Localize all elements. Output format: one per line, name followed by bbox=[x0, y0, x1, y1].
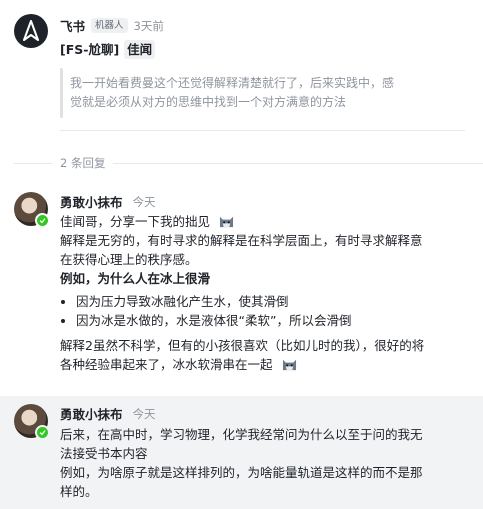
replies-count: 2 条回复 bbox=[60, 156, 106, 170]
quote-block: 我一开始看费曼这个还觉得解释清楚就行了，后来实践中，感 觉就是必须从对方的思维中… bbox=[70, 74, 470, 112]
reply-line: 后来，在高中时，学习物理，化学我经常问为什么以至于问的我无 bbox=[60, 427, 423, 442]
bot-avatar[interactable] bbox=[14, 14, 48, 48]
reply-bold-line: 例如，为什么人在冰上很滑 bbox=[60, 271, 211, 286]
reply-line: 各种经验串起来了，冰水软滑串在一起 bbox=[60, 355, 475, 374]
sender-name[interactable]: 飞书 bbox=[60, 16, 85, 35]
cat-emoji-icon bbox=[219, 216, 234, 228]
bullet-list: 因为压力导致冰融化产生水，使其滑倒 因为冰是水做的，水是液体很“柔软”，所以会滑… bbox=[60, 292, 475, 330]
bot-badge: 机器人 bbox=[91, 18, 128, 33]
reply-line-text: 各种经验串起来了，冰水软滑串在一起 bbox=[60, 357, 273, 372]
reply-author[interactable]: 勇敢小抹布 bbox=[60, 192, 123, 211]
reply-line: 法接受书本内容 bbox=[60, 446, 148, 461]
bullet-item: 因为压力导致冰融化产生水，使其滑倒 bbox=[76, 292, 475, 311]
reply-line: 解释2虽然不科学，但有的小孩很喜欢（比如儿时的我），很好的将 bbox=[60, 338, 425, 353]
replies-divider-right bbox=[113, 163, 483, 164]
thread-header: 飞书 机器人 3天前 bbox=[60, 16, 164, 35]
reply-line: 佳闻哥，分享一下我的拙见 bbox=[60, 212, 475, 231]
online-status-icon bbox=[35, 425, 50, 440]
cat-emoji-icon bbox=[282, 359, 296, 371]
reply-line: 样的。 bbox=[60, 484, 98, 499]
reply-body: 佳闻哥，分享一下我的拙见 解释是无穷的，有时寻求的解释是在科学层面上，有时寻求解… bbox=[60, 212, 475, 374]
reply-line: 解释是无穷的，有时寻求的解释是在科学层面上，有时寻求解释意 bbox=[60, 233, 423, 248]
online-check-icon bbox=[39, 430, 46, 436]
thread-title: [FS-尬聊] 佳闻 bbox=[60, 40, 156, 59]
reply-time: 今天 bbox=[132, 194, 156, 209]
quote-bar bbox=[60, 68, 63, 118]
reply-line-text: 佳闻哥，分享一下我的拙见 bbox=[60, 214, 211, 229]
reply-time: 今天 bbox=[132, 406, 156, 421]
reply-line: 例如，为啥原子就是这样排列的，为啥能量轨道是这样的而不是那 bbox=[60, 465, 423, 480]
quote-line: 我一开始看费曼这个还觉得解释清楚就行了，后来实践中，感 bbox=[70, 76, 395, 90]
reply-header: 勇敢小抹布 今天 bbox=[60, 192, 156, 211]
reply-body: 后来，在高中时，学习物理，化学我经常问为什么以至于问的我无 法接受书本内容 例如… bbox=[60, 425, 475, 501]
reply-line: 在获得心理上的秩序感。 bbox=[60, 252, 198, 267]
online-check-icon bbox=[39, 218, 46, 224]
replies-divider-left bbox=[14, 163, 52, 164]
title-prefix: [FS-尬聊] bbox=[60, 42, 120, 57]
reply-author[interactable]: 勇敢小抹布 bbox=[60, 404, 123, 423]
feishu-logo-icon bbox=[23, 20, 39, 41]
reply-header: 勇敢小抹布 今天 bbox=[60, 404, 156, 423]
online-status-icon bbox=[35, 213, 50, 228]
sender-time: 3天前 bbox=[133, 18, 164, 33]
mention-tag[interactable]: 佳闻 bbox=[124, 40, 156, 59]
bullet-item: 因为冰是水做的，水是液体很“柔软”，所以会滑倒 bbox=[76, 311, 475, 330]
divider bbox=[60, 130, 465, 131]
quote-line: 觉就是必须从对方的思维中找到一个对方满意的方法 bbox=[70, 95, 347, 109]
